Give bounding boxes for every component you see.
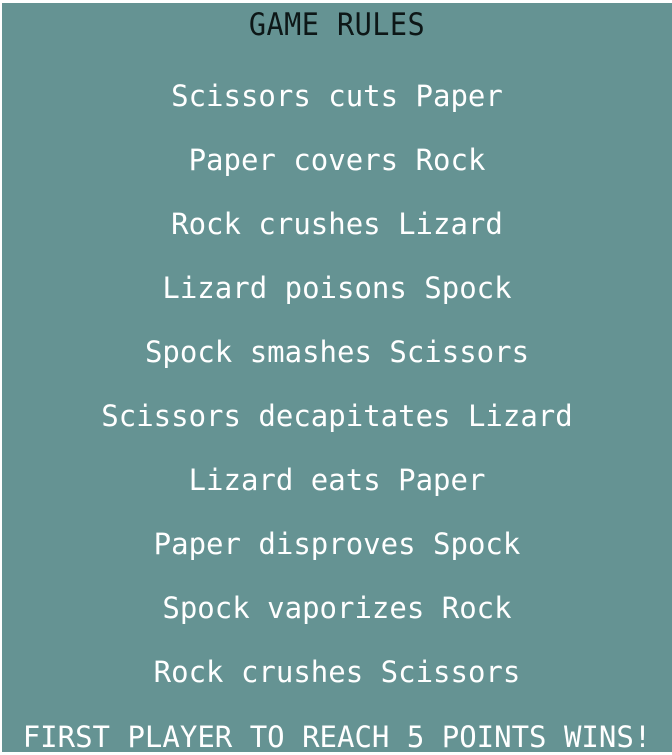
rule-item: Spock vaporizes Rock <box>162 591 512 625</box>
win-condition-text: FIRST PLAYER TO REACH 5 POINTS WINS! <box>22 720 652 754</box>
rule-item: Rock crushes Scissors <box>153 655 521 689</box>
rule-item: Scissors cuts Paper <box>171 79 503 113</box>
rule-item: Lizard poisons Spock <box>162 271 512 305</box>
rule-item: Paper disproves Spock <box>153 527 521 561</box>
rules-list: Scissors cuts Paper Paper covers Rock Ro… <box>2 78 672 718</box>
rule-item: Lizard eats Paper <box>188 463 486 497</box>
rule-item: Rock crushes Lizard <box>171 207 503 241</box>
page-title: GAME RULES <box>248 7 426 43</box>
rule-item: Paper covers Rock <box>188 143 486 177</box>
rule-item: Spock smashes Scissors <box>144 335 530 369</box>
game-rules-panel: GAME RULES Scissors cuts Paper Paper cov… <box>0 0 672 754</box>
rule-item: Scissors decapitates Lizard <box>101 399 573 433</box>
